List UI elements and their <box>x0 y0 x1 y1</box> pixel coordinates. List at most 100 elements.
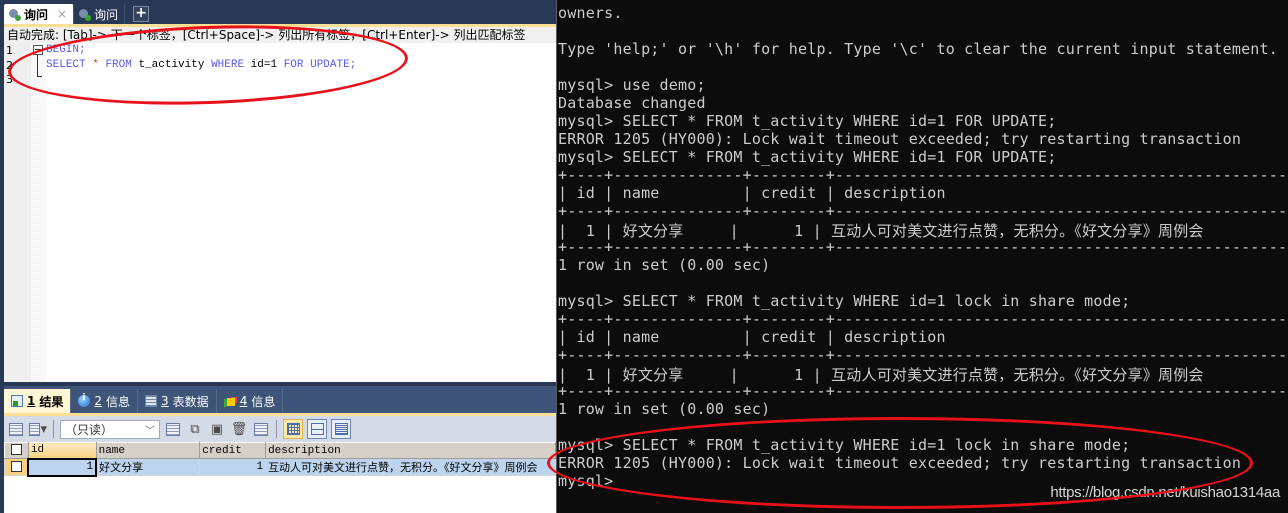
new-query-tab-button[interactable]: + <box>133 6 150 22</box>
sql-editor[interactable]: 1 2 3 BEGIN; SELECT * FROM t_activity WH… <box>4 43 556 382</box>
readonly-select-value: （只读） <box>65 422 114 437</box>
chevron-down-icon: ﹀ <box>145 425 155 437</box>
terminal-output-line: 1 row in set (0.00 sec) <box>558 400 771 418</box>
result-toolbar: ▾ （只读） ﹀ ⧉ ▣ 🗑︎ <box>4 416 556 442</box>
cell-description[interactable]: 互动人可对美文进行点赞，无积分。《好文分享》周例会 <box>265 458 556 476</box>
toolbar-divider <box>276 420 277 438</box>
code-line: SELECT * FROM t_activity WHERE id=1 FOR … <box>46 59 356 71</box>
tab-number: 2 <box>94 394 103 408</box>
cell-id[interactable]: 1 <box>27 457 98 477</box>
sql-client-window: 询问 × 询问 + 自动完成: [Tab]-> 下一个标签，[Ctrl+Spac… <box>0 0 556 513</box>
fold-guide-end <box>37 76 42 77</box>
column-header-credit[interactable]: credit <box>199 442 267 459</box>
code-token: SELECT <box>46 59 86 71</box>
column-header-description[interactable]: description <box>265 442 556 459</box>
terminal-prompt-line: mysql> <box>558 472 614 490</box>
tab-label: 信息 <box>251 394 276 409</box>
terminal-output-line: +----+--------------+--------+----------… <box>558 202 1288 220</box>
terminal-output-line: 1 row in set (0.00 sec) <box>558 256 771 274</box>
cell-name[interactable]: 好文分享 <box>95 458 201 476</box>
code-token: FOR UPDATE; <box>283 59 357 71</box>
tab-number: 4 <box>239 394 248 408</box>
mysql-terminal[interactable]: owners. Type 'help;' or '\h' for help. Ty… <box>556 0 1288 513</box>
tab-number: 1 <box>27 394 36 408</box>
tab-label: 表数据 <box>172 394 209 409</box>
tab-number: 3 <box>161 394 169 408</box>
terminal-output-line: | id | name | credit | description <box>558 328 946 346</box>
line-number: 1 <box>6 44 13 57</box>
query-tab-2[interactable]: 询问 <box>74 4 126 24</box>
line-number-gutter: 1 2 3 <box>4 43 31 382</box>
toolbar-divider <box>53 420 54 438</box>
terminal-prompt-line: mysql> use demo; <box>558 76 706 94</box>
save-icon[interactable]: ▣ <box>208 420 226 438</box>
terminal-output-line: Type 'help;' or '\h' for help. Type '\c'… <box>558 40 1278 58</box>
code-token: id=1 <box>244 59 284 71</box>
text-view-icon <box>334 423 348 435</box>
terminal-prompt-line: mysql> SELECT * FROM t_activity WHERE id… <box>558 292 1131 310</box>
tab-result[interactable]: 1 结果 <box>4 389 72 413</box>
query-tab-label: 询问 <box>94 7 119 22</box>
grid-view-icon <box>286 423 300 435</box>
query-tab-1[interactable]: 询问 × <box>4 4 75 24</box>
import-icon[interactable]: ▾ <box>29 420 47 438</box>
tab-info[interactable]: 2 信息 <box>71 389 139 413</box>
result-grid-icon <box>11 395 23 407</box>
terminal-output-line: +----+--------------+--------+----------… <box>558 238 1288 256</box>
line-number: 3 <box>6 73 13 86</box>
terminal-error-line: ERROR 1205 (HY000): Lock wait timeout ex… <box>558 454 1242 472</box>
duplicate-row-icon[interactable]: ⧉ <box>186 420 204 438</box>
form-view-icon <box>310 423 324 435</box>
fold-gutter <box>31 43 46 382</box>
code-token: BEGIN; <box>46 44 86 56</box>
terminal-output-line: +----+--------------+--------+----------… <box>558 310 1288 328</box>
terminal-prompt-line: mysql> SELECT * FROM t_activity WHERE id… <box>558 112 1057 130</box>
query-tab-bar: 询问 × 询问 + <box>4 4 556 24</box>
line-number: 2 <box>6 59 13 72</box>
delete-icon[interactable]: 🗑︎ <box>230 420 248 438</box>
query-icon <box>8 8 21 21</box>
terminal-output-line: | id | name | credit | description <box>558 184 946 202</box>
tab-table-data[interactable]: 3 表数据 <box>138 389 217 413</box>
cell-credit[interactable]: 1 <box>199 458 267 476</box>
insert-row-icon[interactable] <box>164 420 182 438</box>
column-header-id[interactable]: id <box>27 442 97 459</box>
result-grid: id name credit description 1 好文分享 1 互动人可… <box>4 442 556 513</box>
profiler-info-icon <box>223 395 236 407</box>
terminal-prompt-line: mysql> SELECT * FROM t_activity WHERE id… <box>558 436 1131 454</box>
export-icon[interactable] <box>7 420 25 438</box>
select-all-checkbox[interactable] <box>4 442 29 459</box>
result-tab-bar: 1 结果 2 信息 3 表数据 4 信息 <box>4 386 556 413</box>
fold-guide <box>37 55 38 77</box>
terminal-output-line: Database changed <box>558 94 706 112</box>
text-view-button[interactable] <box>331 419 351 439</box>
info-icon <box>78 393 91 407</box>
fold-collapse-icon[interactable] <box>33 45 43 55</box>
autocomplete-hint: 自动完成: [Tab]-> 下一个标签，[Ctrl+Space]-> 列出所有标… <box>4 27 556 43</box>
cancel-changes-icon[interactable] <box>252 420 270 438</box>
row-checkbox[interactable] <box>4 458 29 476</box>
grid-header-row: id name credit description <box>4 442 556 459</box>
terminal-output-line: +----+--------------+--------+----------… <box>558 166 1288 184</box>
code-token: WHERE <box>211 59 245 71</box>
query-tab-label: 询问 <box>24 7 49 22</box>
watermark: https://blog.csdn.net/kuishao1314aa <box>1050 484 1280 501</box>
terminal-error-line: ERROR 1205 (HY000): Lock wait timeout ex… <box>558 130 1242 148</box>
terminal-output-line: +----+--------------+--------+----------… <box>558 346 1288 364</box>
readonly-select[interactable]: （只读） ﹀ <box>60 419 160 439</box>
tab-label: 信息 <box>106 394 131 409</box>
code-token: * <box>92 59 99 71</box>
query-icon <box>78 8 92 21</box>
tab-profiler-info[interactable]: 4 信息 <box>217 389 284 413</box>
terminal-output-line: +----+--------------+--------+----------… <box>558 382 1288 400</box>
column-header-name[interactable]: name <box>95 442 201 459</box>
tab-label: 结果 <box>39 394 64 409</box>
table-data-icon <box>145 395 158 407</box>
close-tab-icon[interactable]: × <box>57 7 67 21</box>
grid-view-button[interactable] <box>283 419 303 439</box>
form-view-button[interactable] <box>307 419 327 439</box>
table-row[interactable]: 1 好文分享 1 互动人可对美文进行点赞，无积分。《好文分享》周例会 <box>4 457 556 477</box>
code-token: t_activity <box>131 59 212 71</box>
code-line: BEGIN; <box>46 44 86 56</box>
terminal-output-line: owners. <box>558 4 623 22</box>
